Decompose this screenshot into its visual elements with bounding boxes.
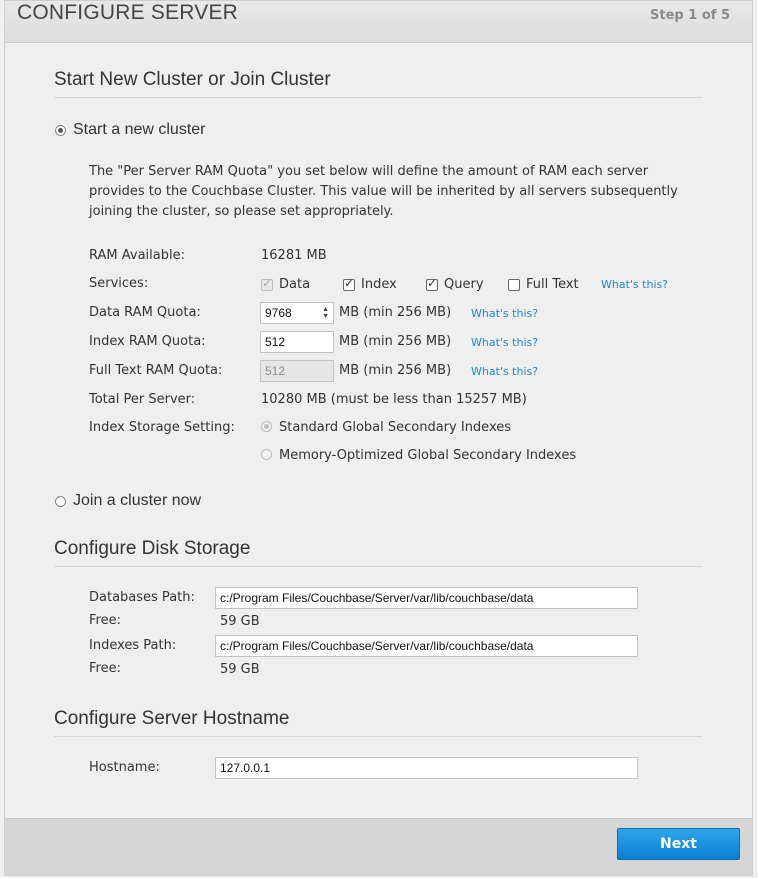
- memopt-gsi-radio: [261, 449, 272, 460]
- index-ram-quota-input[interactable]: 512: [260, 331, 334, 353]
- hostname-input[interactable]: 127.0.0.1: [215, 757, 638, 779]
- start-new-cluster-label[interactable]: Start a new cluster: [73, 121, 206, 139]
- divider: [54, 566, 702, 567]
- databases-free-value: 59 GB: [220, 614, 260, 629]
- indexes-free-value: 59 GB: [220, 662, 260, 677]
- databases-path-input[interactable]: c:/Program Files/Couchbase/Server/var/li…: [215, 587, 638, 609]
- hostname-label: Hostname:: [89, 760, 160, 775]
- service-data-label: Data: [279, 277, 311, 292]
- fulltext-ram-quota-input: 512: [260, 360, 334, 382]
- step-indicator: Step 1 of 5: [650, 8, 730, 23]
- indexes-path-input[interactable]: c:/Program Files/Couchbase/Server/var/li…: [215, 635, 638, 657]
- ram-available-label: RAM Available:: [89, 248, 185, 263]
- hostname-section-title: Configure Server Hostname: [54, 708, 290, 729]
- total-per-server-value: 10280 MB (must be less than 15257 MB): [261, 392, 527, 407]
- service-index-checkbox[interactable]: [343, 276, 355, 291]
- next-button[interactable]: Next: [617, 828, 740, 860]
- service-fulltext-checkbox[interactable]: [508, 279, 520, 291]
- databases-free-label: Free:: [89, 613, 121, 628]
- service-index-label[interactable]: Index: [361, 277, 397, 292]
- services-label: Services:: [89, 276, 149, 291]
- ram-quota-description: The "Per Server RAM Quota" you set below…: [89, 164, 678, 219]
- fulltext-ram-min-text: MB (min 256 MB): [339, 363, 452, 378]
- configure-server-dialog: CONFIGURE SERVER Step 1 of 5 Start New C…: [4, 0, 753, 876]
- divider: [54, 97, 702, 98]
- standard-gsi-radio: [261, 421, 272, 432]
- index-storage-label: Index Storage Setting:: [89, 420, 235, 435]
- dialog-footer: Next: [5, 818, 752, 875]
- ram-available-value: 16281 MB: [261, 248, 327, 263]
- data-ram-quota-input[interactable]: 9768 ▲ ▼: [260, 302, 334, 324]
- join-cluster-radio[interactable]: [55, 496, 66, 507]
- dialog-header: CONFIGURE SERVER Step 1 of 5: [5, 1, 752, 43]
- fulltext-ram-help-link[interactable]: What's this?: [471, 365, 538, 378]
- databases-path-label: Databases Path:: [89, 590, 195, 605]
- divider: [54, 736, 702, 737]
- services-help-link[interactable]: What's this?: [601, 278, 668, 291]
- cluster-section-title: Start New Cluster or Join Cluster: [54, 69, 331, 90]
- memopt-gsi-label: Memory-Optimized Global Secondary Indexe…: [279, 448, 577, 463]
- total-per-server-label: Total Per Server:: [89, 392, 196, 407]
- data-ram-help-link[interactable]: What's this?: [471, 307, 538, 320]
- indexes-free-label: Free:: [89, 661, 121, 676]
- standard-gsi-label: Standard Global Secondary Indexes: [279, 420, 512, 435]
- indexes-path-label: Indexes Path:: [89, 638, 177, 653]
- stepper-arrows-icon[interactable]: ▲ ▼: [322, 306, 329, 320]
- index-ram-help-link[interactable]: What's this?: [471, 336, 538, 349]
- start-new-cluster-radio[interactable]: [55, 125, 66, 136]
- data-ram-quota-value: 9768: [265, 306, 292, 320]
- join-cluster-label[interactable]: Join a cluster now: [73, 492, 201, 510]
- dialog-title: CONFIGURE SERVER: [17, 1, 239, 24]
- service-query-checkbox[interactable]: [426, 276, 438, 291]
- index-ram-min-text: MB (min 256 MB): [339, 334, 452, 349]
- data-ram-quota-label: Data RAM Quota:: [89, 305, 201, 320]
- service-fulltext-label[interactable]: Full Text: [526, 277, 579, 292]
- index-ram-quota-label: Index RAM Quota:: [89, 334, 206, 349]
- service-query-label[interactable]: Query: [444, 277, 484, 292]
- fulltext-ram-quota-label: Full Text RAM Quota:: [89, 363, 223, 378]
- data-ram-min-text: MB (min 256 MB): [339, 305, 452, 320]
- disk-section-title: Configure Disk Storage: [54, 538, 251, 559]
- service-data-checkbox: [261, 276, 273, 291]
